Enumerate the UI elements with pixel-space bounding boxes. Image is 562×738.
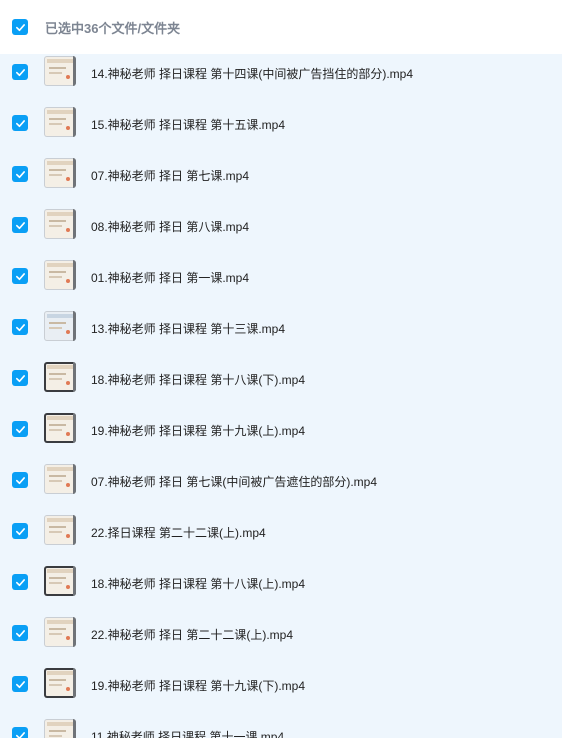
file-name[interactable]: 13.神秘老师 择日课程 第十三课.mp4 (91, 320, 285, 337)
file-checkbox[interactable] (12, 625, 28, 641)
file-checkbox[interactable] (12, 217, 28, 233)
file-checkbox[interactable] (12, 268, 28, 284)
video-thumbnail[interactable] (44, 464, 76, 494)
checkmark-icon (15, 527, 25, 535)
file-checkbox[interactable] (12, 64, 28, 80)
selection-header: 已选中36个文件/文件夹 (0, 0, 562, 54)
checkmark-icon (15, 221, 25, 229)
checkmark-icon (15, 476, 25, 484)
file-list: 14.神秘老师 择日课程 第十四课(中间被广告挡住的部分).mp4 15.神秘老师… (0, 54, 562, 738)
file-row[interactable]: 15.神秘老师 择日课程 第十五课.mp4 (0, 105, 562, 156)
file-name[interactable]: 15.神秘老师 择日课程 第十五课.mp4 (91, 116, 285, 133)
file-row[interactable]: 01.神秘老师 择日 第一课.mp4 (0, 258, 562, 309)
file-row[interactable]: 19.神秘老师 择日课程 第十九课(下).mp4 (0, 666, 562, 717)
video-thumbnail[interactable] (44, 719, 76, 738)
file-name[interactable]: 18.神秘老师 择日课程 第十八课(下).mp4 (91, 371, 305, 388)
checkmark-icon (15, 425, 25, 433)
video-thumbnail[interactable] (44, 56, 76, 86)
file-checkbox[interactable] (12, 370, 28, 386)
file-checkbox[interactable] (12, 166, 28, 182)
file-checkbox[interactable] (12, 574, 28, 590)
file-name[interactable]: 19.神秘老师 择日课程 第十九课(上).mp4 (91, 422, 305, 439)
checkmark-icon (15, 119, 25, 127)
file-checkbox[interactable] (12, 472, 28, 488)
checkmark-icon (15, 68, 25, 76)
file-name[interactable]: 08.神秘老师 择日 第八课.mp4 (91, 218, 249, 235)
video-thumbnail[interactable] (44, 515, 76, 545)
video-thumbnail[interactable] (44, 158, 76, 188)
file-row[interactable]: 18.神秘老师 择日课程 第十八课(下).mp4 (0, 360, 562, 411)
file-checkbox[interactable] (12, 523, 28, 539)
file-checkbox[interactable] (12, 319, 28, 335)
file-row[interactable]: 18.神秘老师 择日课程 第十八课(上).mp4 (0, 564, 562, 615)
checkmark-icon (15, 374, 25, 382)
checkmark-icon (15, 629, 25, 637)
file-row[interactable]: 08.神秘老师 择日 第八课.mp4 (0, 207, 562, 258)
selection-count-label: 已选中36个文件/文件夹 (45, 20, 181, 36)
checkmark-icon (15, 680, 25, 688)
file-name[interactable]: 07.神秘老师 择日 第七课.mp4 (91, 167, 249, 184)
video-thumbnail[interactable] (44, 668, 76, 698)
file-checkbox[interactable] (12, 676, 28, 692)
file-checkbox[interactable] (12, 115, 28, 131)
video-thumbnail[interactable] (44, 260, 76, 290)
file-row[interactable]: 07.神秘老师 择日 第七课.mp4 (0, 156, 562, 207)
file-checkbox[interactable] (12, 727, 28, 738)
select-all-checkbox[interactable] (12, 19, 28, 35)
file-row[interactable]: 19.神秘老师 择日课程 第十九课(上).mp4 (0, 411, 562, 462)
file-name[interactable]: 22.神秘老师 择日 第二十二课(上).mp4 (91, 626, 293, 643)
video-thumbnail[interactable] (44, 566, 76, 596)
file-checkbox[interactable] (12, 421, 28, 437)
checkmark-icon (15, 731, 25, 738)
video-thumbnail[interactable] (44, 362, 76, 392)
file-name[interactable]: 01.神秘老师 择日 第一课.mp4 (91, 269, 249, 286)
checkmark-icon (15, 170, 25, 178)
file-row[interactable]: 14.神秘老师 择日课程 第十四课(中间被广告挡住的部分).mp4 (0, 54, 562, 105)
file-row[interactable]: 13.神秘老师 择日课程 第十三课.mp4 (0, 309, 562, 360)
file-row[interactable]: 22.择日课程 第二十二课(上).mp4 (0, 513, 562, 564)
video-thumbnail[interactable] (44, 617, 76, 647)
file-name[interactable]: 18.神秘老师 择日课程 第十八课(上).mp4 (91, 575, 305, 592)
video-thumbnail[interactable] (44, 311, 76, 341)
file-row[interactable]: 11.神秘老师 择日课程 第十一课.mp4 (0, 717, 562, 738)
file-name[interactable]: 22.择日课程 第二十二课(上).mp4 (91, 524, 266, 541)
checkmark-icon (15, 323, 25, 331)
file-selection-panel: 已选中36个文件/文件夹 14.神秘老师 择日课程 第十四课(中间被广告挡住的部… (0, 0, 562, 738)
video-thumbnail[interactable] (44, 209, 76, 239)
file-name[interactable]: 07.神秘老师 择日 第七课(中间被广告遮住的部分).mp4 (91, 473, 377, 490)
checkmark-icon (15, 23, 25, 31)
checkmark-icon (15, 578, 25, 586)
video-thumbnail[interactable] (44, 107, 76, 137)
checkmark-icon (15, 272, 25, 280)
file-name[interactable]: 14.神秘老师 择日课程 第十四课(中间被广告挡住的部分).mp4 (91, 65, 413, 82)
file-row[interactable]: 07.神秘老师 择日 第七课(中间被广告遮住的部分).mp4 (0, 462, 562, 513)
file-row[interactable]: 22.神秘老师 择日 第二十二课(上).mp4 (0, 615, 562, 666)
file-name[interactable]: 11.神秘老师 择日课程 第十一课.mp4 (91, 728, 284, 738)
file-name[interactable]: 19.神秘老师 择日课程 第十九课(下).mp4 (91, 677, 305, 694)
video-thumbnail[interactable] (44, 413, 76, 443)
